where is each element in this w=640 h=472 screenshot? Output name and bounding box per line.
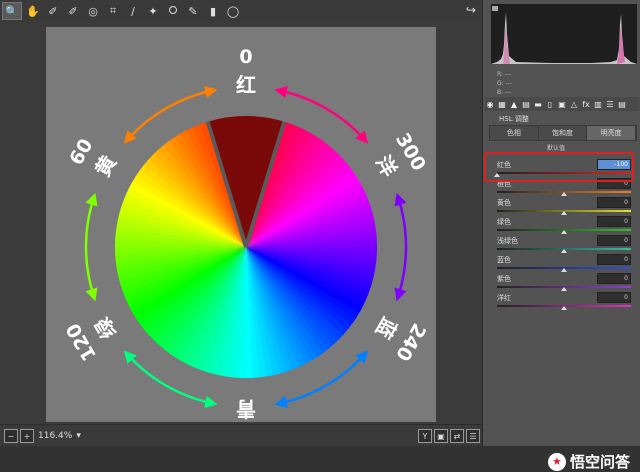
hsl-subtabs: 色相 饱和度 明亮度 [489, 125, 637, 141]
hsl-value-field[interactable]: 0 [597, 197, 631, 208]
zoom-level[interactable]: 116.4% [38, 431, 72, 441]
hsl-value-field[interactable]: 0 [597, 292, 631, 303]
hsl-value-field[interactable]: 0 [597, 235, 631, 246]
image-preview: 红0黄60绿120青180蓝240洋300 [46, 27, 436, 448]
hue-label-name: 洋 [371, 151, 402, 180]
white-balance-icon[interactable]: ✐ [44, 3, 62, 19]
zoom-dropdown-icon[interactable]: ▾ [76, 431, 81, 441]
hsl-row: 洋红 0 [497, 292, 631, 311]
before-after-y-icon[interactable]: Y [418, 429, 432, 443]
hue-label-name: 青 [236, 397, 256, 421]
straighten-icon[interactable]: ∕ [124, 3, 142, 19]
hue-label-degree: 0 [239, 46, 252, 68]
zoom-out-icon[interactable]: − [4, 429, 18, 443]
highlight-box [484, 152, 634, 182]
red-eye-icon[interactable]: ⭘ [164, 3, 182, 19]
camera-calibration-icon[interactable]: △ [569, 99, 579, 109]
bottom-strip [0, 446, 640, 472]
snapshots-icon[interactable]: ▤ [617, 99, 627, 109]
tab-hue[interactable]: 色相 [490, 126, 539, 140]
rgb-readout: R: --- G: --- B: --- [497, 70, 512, 97]
section-title: HSL 调整 [499, 115, 529, 123]
hue-label-name: 红 [236, 73, 256, 97]
effects-icon[interactable]: ▣ [557, 99, 567, 109]
hand-tool-icon[interactable]: ✋ [24, 3, 42, 19]
right-panel: R: --- G: --- B: --- ◉ ▦ ▲ ▤ ▬ ▯ ▣ △ fx … [482, 0, 640, 446]
zoom-tool-icon[interactable]: 🔍 [2, 2, 22, 20]
hsl-value-field[interactable]: 0 [597, 254, 631, 265]
default-link[interactable]: 默认值 [547, 143, 565, 152]
spot-removal-icon[interactable]: ✦ [144, 3, 162, 19]
canvas-area: 红0黄60绿120青180蓝240洋300 [0, 22, 482, 448]
graduated-filter-icon[interactable]: ▮ [204, 3, 222, 19]
zoom-in-icon[interactable]: + [20, 429, 34, 443]
adjustment-brush-icon[interactable]: ✎ [184, 3, 202, 19]
hue-label-name: 蓝 [371, 313, 402, 342]
hsl-row-label: 洋红 [497, 294, 511, 302]
fx-icon[interactable]: fx [581, 99, 591, 109]
hue-arrow [394, 192, 408, 302]
hsl-row: 绿色 0 [497, 216, 631, 235]
watermark-logo-icon: ★ [547, 452, 566, 471]
hsl-row: 浅绿色 0 [497, 235, 631, 254]
open-image-icon[interactable]: ↪ [466, 3, 476, 17]
hsl-slider-thumb[interactable] [561, 287, 567, 291]
compare-split-icon[interactable]: ▣ [434, 429, 448, 443]
hsl-row-label: 蓝色 [497, 256, 511, 264]
hsl-icon[interactable]: ▤ [521, 99, 531, 109]
hsl-slider-thumb[interactable] [561, 230, 567, 234]
histogram [491, 4, 637, 64]
hsl-row: 蓝色 0 [497, 254, 631, 273]
crop-icon[interactable]: ⌗ [104, 3, 122, 19]
hsl-slider-thumb[interactable] [561, 306, 567, 310]
hsl-slider-thumb[interactable] [561, 192, 567, 196]
color-sampler-icon[interactable]: ✐ [64, 3, 82, 19]
hsl-row: 紫色 0 [497, 273, 631, 292]
basic-panel-icon[interactable]: ◉ [485, 99, 495, 109]
hsl-row-label: 黄色 [497, 199, 511, 207]
lens-icon[interactable]: ▯ [545, 99, 555, 109]
target-adjust-icon[interactable]: ◎ [84, 3, 102, 19]
hue-wheel-figure: 红0黄60绿120青180蓝240洋300 [62, 46, 430, 448]
readout-g: G: --- [497, 80, 513, 87]
watermark-text: 悟空问答 [569, 453, 630, 471]
settings-icon[interactable]: ☰ [466, 429, 480, 443]
watermark: ★ 悟空问答 [547, 451, 630, 472]
hue-label-name: 绿 [90, 312, 121, 342]
hue-label-name: 黄 [90, 151, 121, 180]
panel-tabs: ◉ ▦ ▲ ▤ ▬ ▯ ▣ △ fx ▥ ☰ ▤ [485, 97, 639, 111]
radial-filter-icon[interactable]: ◯ [224, 3, 242, 19]
hsl-slider-thumb[interactable] [561, 249, 567, 253]
readout-r: R: --- [497, 71, 512, 78]
hsl-value-field[interactable]: 0 [597, 273, 631, 284]
split-toning-icon[interactable]: ▬ [533, 99, 543, 109]
tone-curve-icon[interactable]: ▦ [497, 99, 507, 109]
hue-arrow [84, 192, 98, 302]
detail-icon[interactable]: ▲ [509, 99, 519, 109]
hsl-row-label: 绿色 [497, 218, 511, 226]
hsl-row-label: 紫色 [497, 275, 511, 283]
hsl-row-label: 浅绿色 [497, 237, 518, 245]
status-bar: − + 116.4% ▾ Y ▣ ⇄ ☰ [0, 424, 482, 447]
presets-icon[interactable]: ☰ [605, 99, 615, 109]
hsl-row: 黄色 0 [497, 197, 631, 216]
toolbar: 🔍 ✋ ✐ ✐ ◎ ⌗ ∕ ✦ ⭘ ✎ ▮ ◯ ↪ [0, 0, 482, 23]
hsl-value-field[interactable]: 0 [597, 216, 631, 227]
tab-saturation[interactable]: 饱和度 [538, 126, 588, 140]
calibration-icon[interactable]: ▥ [593, 99, 603, 109]
swap-icon[interactable]: ⇄ [450, 429, 464, 443]
tab-luminance[interactable]: 明亮度 [587, 126, 637, 140]
readout-b: B: --- [497, 89, 512, 96]
hsl-slider-thumb[interactable] [561, 211, 567, 215]
hsl-slider-thumb[interactable] [561, 268, 567, 272]
